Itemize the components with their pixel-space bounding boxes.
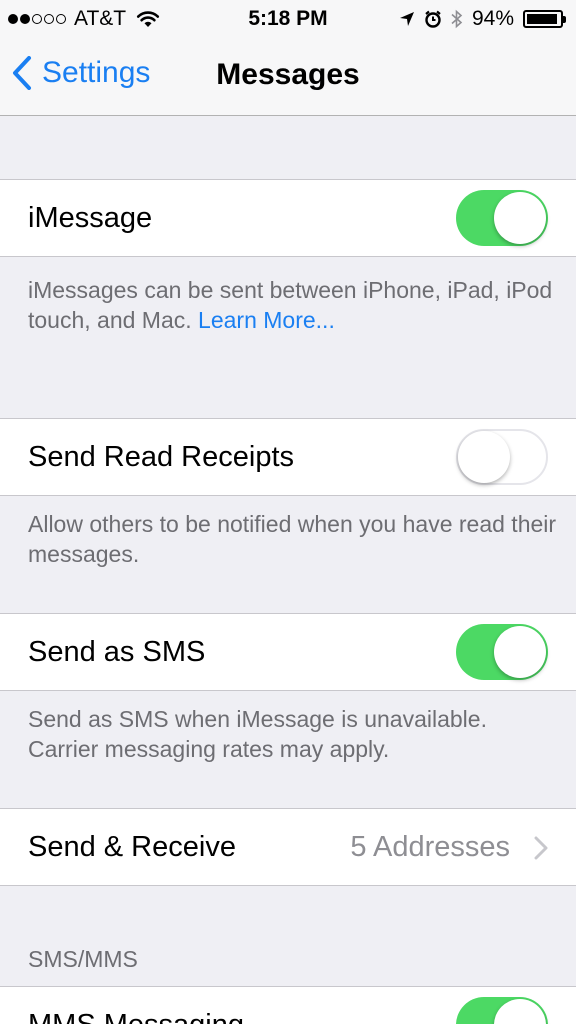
battery-fill (527, 14, 558, 24)
bluetooth-icon (451, 9, 463, 29)
read-receipts-label: Send Read Receipts (28, 441, 294, 473)
send-as-sms-toggle[interactable] (456, 624, 548, 680)
status-right: 94% (399, 7, 566, 31)
alarm-icon (425, 10, 441, 28)
mms-messaging-label: MMS Messaging (28, 1009, 244, 1024)
read-receipts-toggle[interactable] (456, 429, 548, 485)
mms-messaging-toggle[interactable] (456, 997, 548, 1024)
page-title: Messages (216, 58, 360, 91)
imessage-row: iMessage (0, 179, 576, 257)
imessage-footer: iMessages can be sent between iPhone, iP… (28, 275, 558, 335)
toggle-knob (458, 431, 510, 483)
chevron-right-icon (534, 836, 548, 860)
location-icon (399, 12, 414, 26)
mms-messaging-row: MMS Messaging (0, 986, 576, 1024)
send-as-sms-row: Send as SMS (0, 613, 576, 691)
imessage-toggle[interactable] (456, 190, 548, 246)
navigation-bar: Settings Messages (0, 38, 576, 116)
battery-icon (523, 10, 566, 28)
toggle-knob (494, 626, 546, 678)
learn-more-link[interactable]: Learn More... (198, 307, 335, 333)
send-as-sms-footer: Send as SMS when iMessage is unavailable… (28, 706, 487, 762)
send-receive-row[interactable]: Send & Receive 5 Addresses (0, 808, 576, 886)
battery-body (523, 10, 563, 28)
read-receipts-row: Send Read Receipts (0, 418, 576, 496)
toggle-knob (494, 999, 546, 1024)
toggle-knob (494, 192, 546, 244)
read-receipts-footer: Allow others to be notified when you hav… (28, 511, 557, 567)
send-receive-label: Send & Receive (28, 831, 236, 863)
imessage-label: iMessage (28, 202, 153, 234)
send-receive-detail: 5 Addresses (350, 831, 510, 863)
sms-mms-section-header: SMS/MMS (28, 946, 138, 972)
battery-percent: 94% (471, 7, 514, 30)
battery-tip (563, 15, 566, 23)
send-as-sms-label: Send as SMS (28, 636, 206, 668)
status-bar: AT&T 5:18 PM 94% (0, 0, 576, 38)
